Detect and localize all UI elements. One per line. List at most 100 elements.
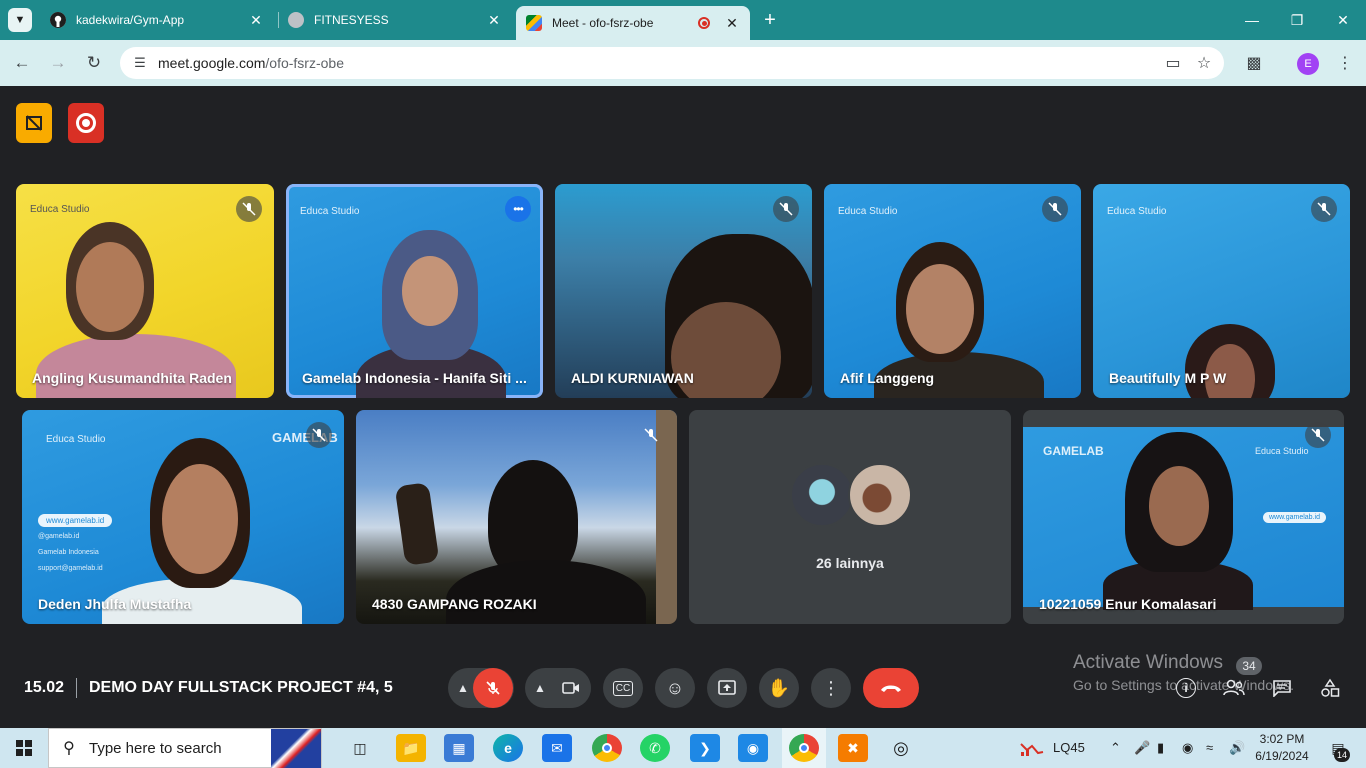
more-options-icon[interactable]: ••• xyxy=(505,196,531,222)
captions-button[interactable]: CC xyxy=(603,668,643,708)
participant-tile[interactable]: Educa Studio Angling Kusumandhita Raden xyxy=(16,184,274,398)
url-path: /ofo-fsrz-obe xyxy=(265,55,344,71)
participant-tile[interactable]: 4830 GAMPANG ROZAKI xyxy=(356,410,677,624)
info-icon: i xyxy=(1176,678,1196,698)
chrome-profile-icon[interactable] xyxy=(789,734,819,762)
mic-toggle-button[interactable] xyxy=(473,668,513,708)
background-brand-text: Educa Studio xyxy=(46,434,106,445)
vscode-icon[interactable]: ❯ xyxy=(690,734,720,762)
participant-tile[interactable]: Educa Studio ••• Gamelab Indonesia - Han… xyxy=(286,184,543,398)
leave-call-button[interactable] xyxy=(863,668,919,708)
shapes-icon xyxy=(1321,678,1340,697)
close-tab-icon[interactable]: ✕ xyxy=(486,12,502,29)
mic-off-icon xyxy=(1305,422,1331,448)
restore-button[interactable]: ❐ xyxy=(1285,8,1309,32)
mic-off-icon xyxy=(638,422,664,448)
search-highlight-image xyxy=(271,729,321,768)
reactions-button[interactable]: ☺ xyxy=(655,668,695,708)
search-placeholder: Type here to search xyxy=(89,739,222,757)
tab-gym-app[interactable]: kadekwira/Gym-App ✕ xyxy=(40,6,274,34)
tab-search-chevron-icon[interactable]: ▼ xyxy=(8,8,32,32)
participant-tile[interactable]: Educa Studio Beautifully M P W xyxy=(1093,184,1350,398)
raise-hand-button[interactable]: ✋ xyxy=(759,668,799,708)
emoji-icon: ☺ xyxy=(665,677,685,698)
stock-chart-icon[interactable] xyxy=(1020,738,1044,759)
background-email-text: support@gamelab.id xyxy=(38,565,103,572)
host-controls-button[interactable] xyxy=(16,103,52,143)
background-url-text: www.gamelab.id xyxy=(38,514,113,527)
google-meet-icon xyxy=(526,15,542,31)
volume-icon[interactable]: 🔊 xyxy=(1229,740,1245,756)
mail-icon[interactable]: ✉ xyxy=(542,734,572,762)
camera-toggle-button[interactable] xyxy=(551,668,591,708)
show-hidden-icons-icon[interactable]: ⌃ xyxy=(1110,740,1121,756)
menu-kebab-icon[interactable]: ⋮ xyxy=(1333,51,1357,75)
task-view-icon[interactable]: ◫ xyxy=(345,734,375,762)
minimize-button[interactable]: — xyxy=(1240,8,1264,32)
background-brand-text: GAMELAB xyxy=(1043,444,1104,458)
start-button[interactable] xyxy=(10,736,38,760)
background-brand-text: Educa Studio xyxy=(838,206,898,217)
participant-figure xyxy=(150,438,250,588)
participant-name: Angling Kusumandhita Raden xyxy=(32,370,232,386)
background-brand-text: Educa Studio xyxy=(300,206,360,217)
chrome-icon[interactable] xyxy=(592,734,622,762)
extensions-icon[interactable]: ▩ xyxy=(1242,51,1266,75)
address-bar[interactable]: ☰ meet.google.com/ofo-fsrz-obe xyxy=(120,47,1224,79)
participant-figure xyxy=(66,222,154,340)
participant-tile[interactable]: Educa Studio GAMELAB www.gamelab.id @gam… xyxy=(22,410,344,624)
close-tab-icon[interactable]: ✕ xyxy=(724,15,740,32)
taskbar-search[interactable]: ⚲ Type here to search xyxy=(48,728,322,768)
participant-tile[interactable]: ALDI KURNIAWAN xyxy=(555,184,812,398)
participant-figure xyxy=(382,230,478,360)
store-icon[interactable]: ▦ xyxy=(444,734,474,762)
system-clock[interactable]: 3:02 PM 6/19/2024 xyxy=(1252,731,1312,765)
captions-icon: CC xyxy=(612,680,634,696)
edge-icon[interactable]: e xyxy=(493,734,523,762)
camera-in-use-icon[interactable]: ▭ xyxy=(1161,51,1185,75)
reload-button[interactable]: ↻ xyxy=(82,51,106,75)
close-tab-icon[interactable]: ✕ xyxy=(248,12,264,29)
tab-meet[interactable]: Meet - ofo-fsrz-obe ✕ xyxy=(516,6,750,40)
end-call-icon xyxy=(881,685,901,692)
microphone-icon[interactable]: 🎤 xyxy=(1134,740,1150,756)
chat-button[interactable] xyxy=(1270,676,1294,700)
present-button[interactable] xyxy=(707,668,747,708)
new-tab-button[interactable]: + xyxy=(758,8,782,32)
profile-avatar[interactable]: E xyxy=(1297,53,1319,75)
background-url-text: www.gamelab.id xyxy=(1263,512,1326,523)
bookmark-star-icon[interactable]: ☆ xyxy=(1192,51,1216,75)
activities-button[interactable] xyxy=(1318,676,1342,700)
globe-icon xyxy=(288,12,304,28)
meeting-details-button[interactable]: i xyxy=(1174,676,1198,700)
url-host: meet.google.com xyxy=(158,55,266,71)
camera-app-icon[interactable]: ◉ xyxy=(738,734,768,762)
meeting-time: 15.02 xyxy=(24,679,65,696)
tab-fitnesyess[interactable]: FITNESYESS ✕ xyxy=(278,6,512,34)
stock-ticker-label[interactable]: LQ45 xyxy=(1053,740,1085,755)
forward-button[interactable]: → xyxy=(46,51,70,75)
whatsapp-icon[interactable]: ✆ xyxy=(640,734,670,762)
recording-button[interactable] xyxy=(68,103,104,143)
participant-tile[interactable]: Educa Studio Afif Langgeng xyxy=(824,184,1081,398)
meeting-info-divider xyxy=(76,678,77,698)
others-count-label: 26 lainnya xyxy=(816,555,884,571)
browser-toolbar: ← → ↻ ☰ meet.google.com/ofo-fsrz-obe ▭ ☆… xyxy=(0,40,1366,86)
close-window-button[interactable]: ✕ xyxy=(1331,8,1355,32)
file-explorer-icon[interactable]: 📁 xyxy=(396,734,426,762)
battery-icon[interactable]: ▮ xyxy=(1157,740,1164,756)
xampp-icon[interactable]: ✖ xyxy=(838,734,868,762)
camera-tray-icon[interactable]: ◉ xyxy=(1182,740,1193,756)
browser-tab-strip: ▼ kadekwira/Gym-App ✕ FITNESYESS ✕ Meet … xyxy=(0,0,1366,40)
github-icon xyxy=(50,12,66,28)
people-button[interactable] xyxy=(1222,676,1246,700)
camera-icon xyxy=(562,682,579,694)
participant-tile[interactable]: GAMELAB Educa Studio www.gamelab.id 1022… xyxy=(1023,410,1344,624)
back-button[interactable]: ← xyxy=(10,51,34,75)
participant-figure xyxy=(1185,324,1275,398)
participant-name: Deden Jhulfa Mustafha xyxy=(38,596,192,612)
wifi-icon[interactable]: ≈ xyxy=(1206,740,1213,755)
more-options-button[interactable]: ⋮ xyxy=(811,668,851,708)
obs-icon[interactable]: ◎ xyxy=(886,734,916,762)
site-info-icon[interactable]: ☰ xyxy=(124,55,156,71)
